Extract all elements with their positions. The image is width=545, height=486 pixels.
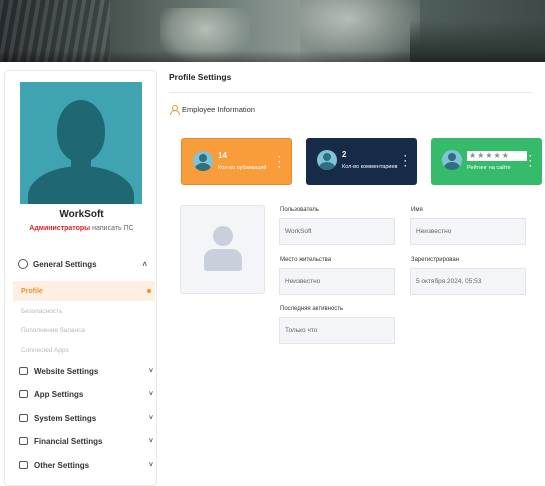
section-title: Employee Information — [170, 105, 255, 115]
more-icon[interactable]: · · · — [529, 152, 532, 171]
rating-stars: ★★★★★ — [467, 151, 527, 161]
header-banner — [0, 0, 545, 62]
registered-field[interactable]: 5 октября 2024, 05:53 — [410, 268, 526, 295]
sidebar-item-label: App Settings — [34, 389, 84, 399]
user-icon — [170, 105, 180, 115]
avatar-icon — [442, 150, 462, 170]
sidebar-item-label: Website Settings — [34, 366, 99, 376]
monitor-icon — [19, 367, 28, 375]
active-dot-icon — [147, 289, 151, 293]
app-icon — [19, 390, 28, 398]
sidebar-item-label: Other Settings — [34, 460, 90, 470]
posts-count-card: 14 Кол-во публикаций · · · — [181, 138, 292, 185]
chevron-down-icon: ˅ — [148, 437, 153, 445]
avatar-icon — [317, 150, 337, 170]
sidebar-item-financial-settings[interactable]: Financial Settings ˅ — [19, 434, 153, 448]
user-placeholder-icon — [202, 226, 244, 271]
rating-label: Рейтинг на сайте — [467, 165, 511, 171]
comments-count-card: 2 Кол-во комментариев · · · — [306, 138, 417, 185]
field-label-last-activity: Последняя активность — [280, 306, 344, 312]
username: WorkSoft — [59, 209, 104, 220]
finance-icon — [19, 437, 28, 445]
role-text[interactable]: написать ПС — [90, 225, 134, 232]
general-settings-label: General Settings — [33, 259, 97, 269]
sidebar-item-label: Profile — [21, 287, 43, 295]
avatar-icon — [193, 151, 213, 171]
chevron-down-icon: ˅ — [148, 367, 153, 375]
more-icon[interactable]: · · · — [278, 153, 281, 172]
chevron-down-icon: ˅ — [148, 414, 153, 422]
sidebar-item-topup[interactable]: Пополнение баланса — [21, 327, 85, 334]
chevron-down-icon: ˅ — [148, 461, 153, 469]
comments-count-label: Кол-во комментариев — [342, 164, 398, 170]
sidebar-item-connected-apps[interactable]: Connected Apps — [21, 347, 69, 354]
last-activity-field[interactable]: Только что — [279, 317, 395, 344]
general-settings-toggle[interactable]: General Settings ˄ — [13, 254, 151, 274]
sidebar-item-label: System Settings — [34, 413, 97, 423]
field-label-residence: Место жительства — [280, 257, 332, 263]
posts-count-label: Кол-во публикаций — [218, 165, 267, 171]
sidebar-item-app-settings[interactable]: App Settings ˅ — [19, 387, 153, 401]
sidebar-item-security[interactable]: Безопасность — [21, 308, 62, 315]
field-label-username: Пользователь — [280, 207, 319, 213]
title-divider — [169, 92, 533, 93]
other-icon — [19, 461, 28, 469]
role-group-link[interactable]: Администраторы — [29, 225, 90, 232]
sidebar-item-label: Financial Settings — [34, 436, 103, 446]
field-label-name: Имя — [411, 207, 423, 213]
username-field[interactable]: WorkSoft — [279, 218, 395, 245]
profile-photo-placeholder[interactable] — [180, 205, 265, 294]
user-role: Администраторы написать ПС — [5, 225, 158, 232]
sidebar-item-website-settings[interactable]: Website Settings ˅ — [19, 364, 153, 378]
sidebar-item-other-settings[interactable]: Other Settings ˅ — [19, 458, 153, 472]
posts-count: 14 — [218, 151, 227, 160]
comments-count: 2 — [342, 150, 347, 159]
profile-sidebar: WorkSoft Администраторы написать ПС Gene… — [4, 70, 157, 486]
sidebar-item-system-settings[interactable]: System Settings ˅ — [19, 411, 153, 425]
sidebar-item-profile[interactable]: Profile — [13, 281, 155, 301]
gear-icon — [18, 259, 28, 269]
page-title: Profile Settings — [169, 72, 232, 82]
section-title-label: Employee Information — [182, 105, 255, 114]
name-field[interactable]: Неизвестно — [410, 218, 526, 245]
chevron-down-icon: ˅ — [148, 390, 153, 398]
system-icon — [19, 414, 28, 422]
more-icon[interactable]: · · · — [404, 152, 407, 171]
field-label-registered: Зарегистрирован — [411, 257, 460, 263]
chevron-up-icon: ˄ — [142, 259, 147, 269]
residence-field[interactable]: Неизвестно — [279, 268, 395, 295]
avatar — [20, 82, 142, 204]
rating-card: ★★★★★ Рейтинг на сайте · · · — [431, 138, 542, 185]
